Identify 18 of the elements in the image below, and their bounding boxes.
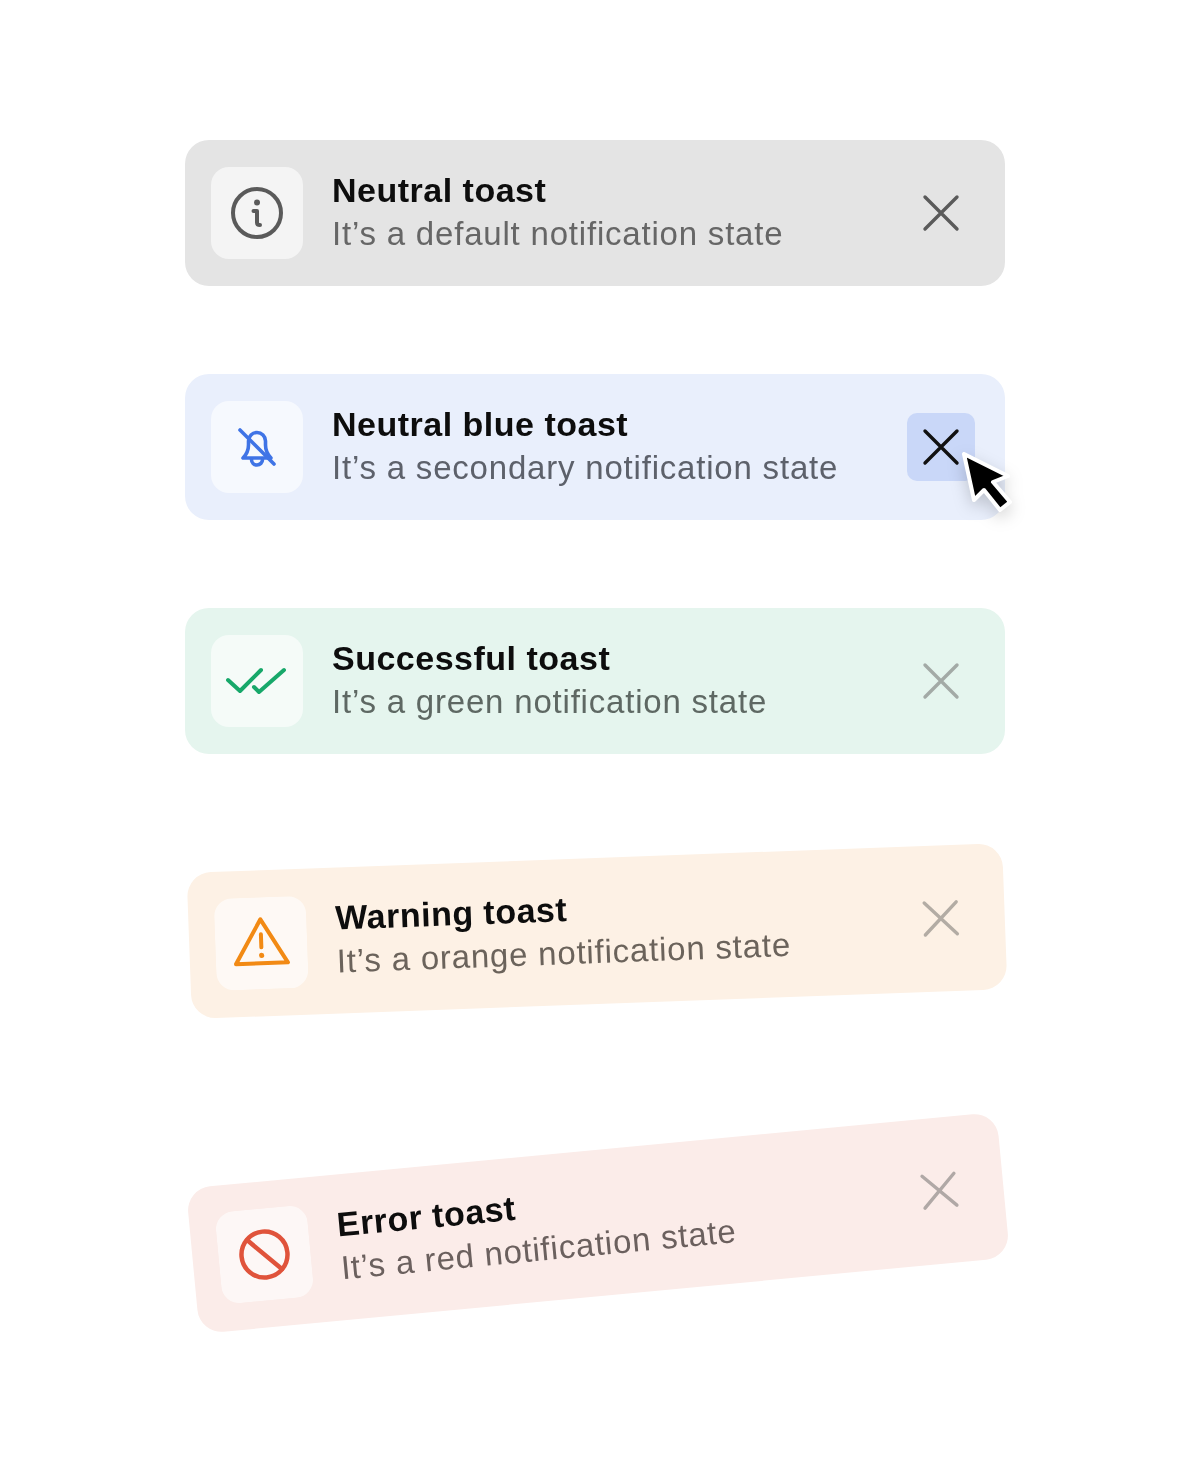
toast-message: It’s a default notification state xyxy=(332,214,784,254)
toast-title: Warning toast xyxy=(334,889,568,937)
close-icon xyxy=(922,428,960,466)
bell-off-icon xyxy=(211,401,303,493)
warning-icon xyxy=(213,895,309,991)
toast-message: It’s a secondary notification state xyxy=(332,448,839,488)
toast-title: Successful toast xyxy=(332,638,611,679)
close-icon xyxy=(921,898,961,939)
close-icon xyxy=(922,662,960,700)
double-check-icon xyxy=(211,635,303,727)
close-button[interactable] xyxy=(907,413,975,481)
toast-title: Neutral toast xyxy=(332,170,547,211)
close-icon xyxy=(922,194,960,232)
toast-message: It’s a green notification state xyxy=(332,682,768,722)
toast-title: Neutral blue toast xyxy=(332,404,629,445)
toast-title: Error toast xyxy=(335,1187,518,1244)
info-icon xyxy=(211,167,303,259)
close-icon xyxy=(918,1170,961,1212)
